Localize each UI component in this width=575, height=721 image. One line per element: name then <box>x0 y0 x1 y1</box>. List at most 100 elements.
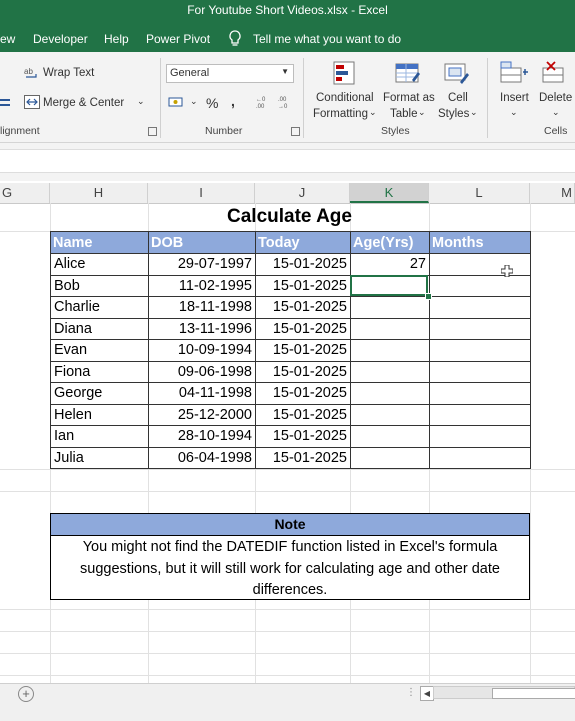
tell-me-search[interactable]: Tell me what you want to do <box>253 32 401 46</box>
chevron-down-icon[interactable]: ⌄ <box>552 107 560 118</box>
cell-dob[interactable]: 18-11-1998 <box>148 296 256 319</box>
cell-styles-label-2[interactable]: Styles <box>438 108 469 120</box>
cell-today[interactable]: 15-01-2025 <box>255 425 351 448</box>
alignment-launcher-icon[interactable] <box>148 127 157 136</box>
cell-age[interactable] <box>350 360 430 383</box>
cell-name[interactable]: Bob <box>50 274 149 297</box>
cell-today[interactable]: 15-01-2025 <box>255 360 351 383</box>
chevron-down-icon[interactable]: ⌄ <box>369 107 377 118</box>
header-today[interactable]: Today <box>255 231 351 254</box>
insert-button[interactable]: Insert <box>500 92 529 104</box>
cell-months[interactable] <box>429 425 531 448</box>
conditional-formatting-label-1[interactable]: Conditional <box>316 92 374 104</box>
cell-today[interactable]: 15-01-2025 <box>255 382 351 405</box>
cell-dob[interactable]: 10-09-1994 <box>148 339 256 362</box>
cell-months[interactable] <box>429 296 531 319</box>
cell-months[interactable] <box>429 360 531 383</box>
cell-today[interactable]: 15-01-2025 <box>255 317 351 340</box>
insert-cells-icon[interactable] <box>499 60 529 93</box>
cell-dob[interactable]: 04-11-1998 <box>148 382 256 405</box>
fill-handle[interactable] <box>425 293 432 300</box>
cell-name[interactable]: Helen <box>50 403 149 426</box>
column-header-m[interactable]: M <box>530 183 575 203</box>
cell-months[interactable] <box>429 382 531 405</box>
header-name[interactable]: Name <box>50 231 149 254</box>
tab-review[interactable]: ew <box>0 32 15 46</box>
merge-center-button[interactable]: Merge & Center <box>43 97 124 109</box>
delete-cells-icon[interactable] <box>541 60 571 93</box>
conditional-formatting-label-2[interactable]: Formatting <box>313 108 368 120</box>
column-header-g[interactable]: G <box>0 183 50 203</box>
cell-today[interactable]: 15-01-2025 <box>255 446 351 469</box>
note-box[interactable]: Note You might not find the DATEDIF func… <box>50 513 530 600</box>
conditional-formatting-icon[interactable] <box>332 60 360 93</box>
decrease-decimal-icon[interactable]: .00 →0 <box>276 95 294 114</box>
merge-center-icon[interactable] <box>24 95 40 114</box>
format-as-table-label-1[interactable]: Format as <box>383 92 435 104</box>
cell-months[interactable] <box>429 274 531 297</box>
column-header-h[interactable]: H <box>50 183 148 203</box>
indent-icon[interactable] <box>0 96 12 114</box>
cell-age[interactable] <box>350 403 430 426</box>
cell-age[interactable] <box>350 446 430 469</box>
cell-months[interactable] <box>429 403 531 426</box>
comma-button[interactable]: , <box>231 93 235 109</box>
format-as-table-icon[interactable] <box>394 60 422 93</box>
cell-months[interactable] <box>429 446 531 469</box>
cell-name[interactable]: Fiona <box>50 360 149 383</box>
merge-dropdown-chevron-icon[interactable]: ⌄ <box>137 96 145 107</box>
header-dob[interactable]: DOB <box>148 231 256 254</box>
cell-name[interactable]: Evan <box>50 339 149 362</box>
number-launcher-icon[interactable] <box>291 127 300 136</box>
cell-age[interactable]: 27 <box>350 253 430 276</box>
cell-today[interactable]: 15-01-2025 <box>255 274 351 297</box>
cell-dob[interactable]: 25-12-2000 <box>148 403 256 426</box>
tab-developer[interactable]: Developer <box>33 32 88 46</box>
column-header-k[interactable]: K <box>350 183 429 203</box>
cell-age[interactable] <box>350 425 430 448</box>
cell-name[interactable]: Julia <box>50 446 149 469</box>
cell-today[interactable]: 15-01-2025 <box>255 296 351 319</box>
formula-bar[interactable] <box>0 149 575 173</box>
cell-name[interactable]: Diana <box>50 317 149 340</box>
cell-dob[interactable]: 28-10-1994 <box>148 425 256 448</box>
column-header-l[interactable]: L <box>429 183 530 203</box>
tab-power-pivot[interactable]: Power Pivot <box>146 32 210 46</box>
cell-styles-label-1[interactable]: Cell <box>448 92 468 104</box>
wrap-text-icon[interactable]: ab <box>24 66 40 85</box>
tab-help[interactable]: Help <box>104 32 129 46</box>
cell-name[interactable]: Charlie <box>50 296 149 319</box>
cell-months[interactable] <box>429 339 531 362</box>
cell-age[interactable] <box>350 317 430 340</box>
currency-icon[interactable] <box>168 95 188 114</box>
delete-button[interactable]: Delete <box>539 92 572 104</box>
scroll-left-icon[interactable]: ◀ <box>420 686 434 701</box>
add-sheet-icon[interactable]: + <box>18 686 34 702</box>
column-header-i[interactable]: I <box>148 183 255 203</box>
cell-age[interactable] <box>350 339 430 362</box>
cell-name[interactable]: George <box>50 382 149 405</box>
number-format-select[interactable]: General ▼ <box>166 64 294 83</box>
header-months[interactable]: Months <box>429 231 531 254</box>
cell-today[interactable]: 15-01-2025 <box>255 253 351 276</box>
active-cell-selection[interactable] <box>350 275 428 296</box>
cell-months[interactable] <box>429 253 531 276</box>
cell-dob[interactable]: 09-06-1998 <box>148 360 256 383</box>
cell-age[interactable] <box>350 382 430 405</box>
cell-months[interactable] <box>429 317 531 340</box>
cell-dob[interactable]: 06-04-1998 <box>148 446 256 469</box>
chevron-down-icon[interactable]: ⌄ <box>470 107 478 118</box>
header-age[interactable]: Age(Yrs) <box>350 231 430 254</box>
wrap-text-button[interactable]: Wrap Text <box>43 67 94 79</box>
column-header-j[interactable]: J <box>255 183 350 203</box>
chevron-down-icon[interactable]: ⌄ <box>510 107 518 118</box>
cell-age[interactable] <box>350 296 430 319</box>
chevron-down-icon[interactable]: ⌄ <box>418 107 426 118</box>
cell-styles-icon[interactable] <box>443 60 471 93</box>
splitter-handle-icon[interactable]: ⋮ <box>406 687 416 698</box>
cell-dob[interactable]: 29-07-1997 <box>148 253 256 276</box>
cell-today[interactable]: 15-01-2025 <box>255 339 351 362</box>
horizontal-scrollbar[interactable] <box>433 686 575 699</box>
increase-decimal-icon[interactable]: ←0.00 <box>254 95 272 114</box>
scrollbar-thumb[interactable] <box>492 688 575 699</box>
